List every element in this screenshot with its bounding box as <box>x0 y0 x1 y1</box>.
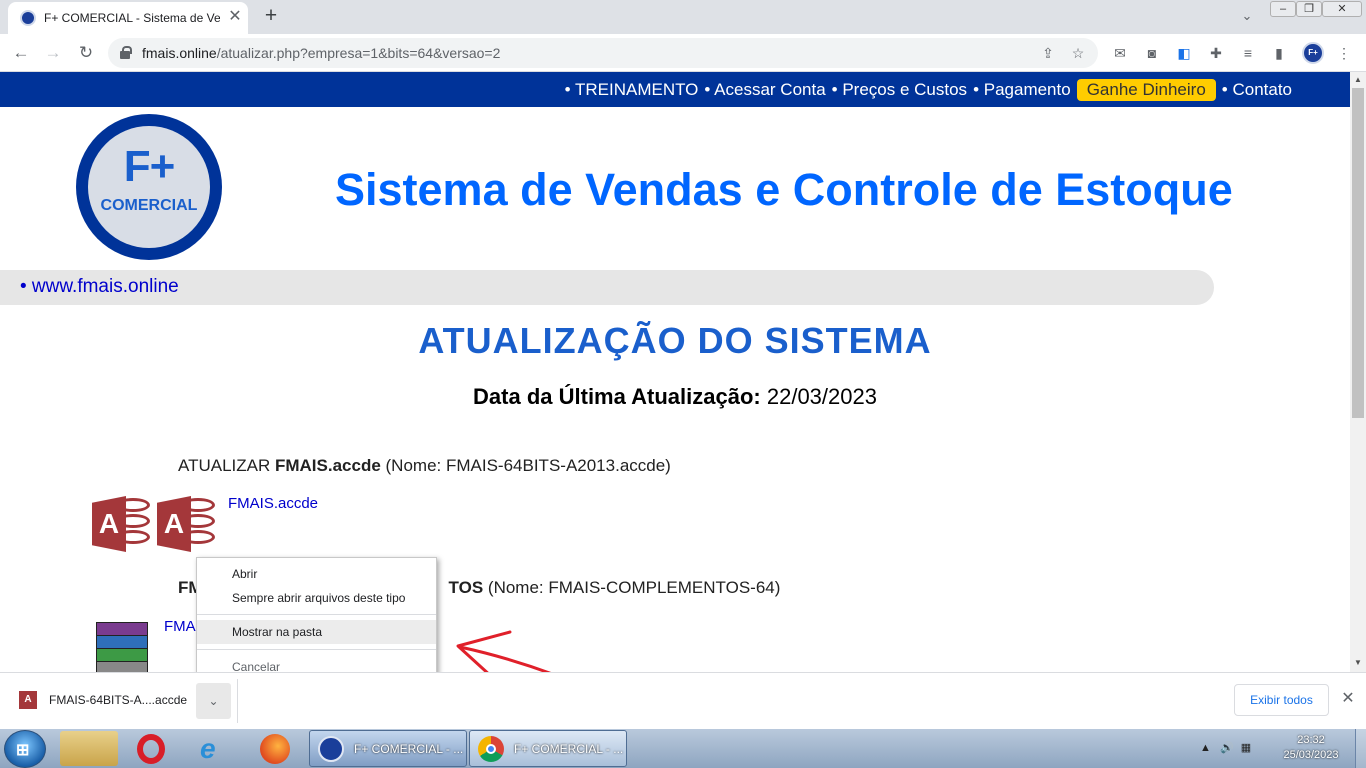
camera-icon[interactable]: ◙ <box>1141 42 1163 64</box>
fplus-app-icon <box>318 736 344 762</box>
scrollbar-thumb[interactable] <box>1352 88 1364 418</box>
reload-icon[interactable]: ↻ <box>75 42 97 64</box>
scroll-up-icon[interactable]: ▲ <box>1353 75 1363 85</box>
opera-icon[interactable] <box>122 731 180 766</box>
item2-filename: TOS <box>448 578 484 597</box>
bookmark-star-icon[interactable]: ☆ <box>1068 43 1088 63</box>
tab-close-icon[interactable]: ✕ <box>226 8 244 26</box>
access-file-icon[interactable]: A <box>92 496 150 552</box>
item1-filename: FMAIS.accde <box>274 456 381 475</box>
nav-ganhe-dinheiro[interactable]: Ganhe Dinheiro <box>1076 79 1216 101</box>
close-window-button[interactable]: ✕ <box>1322 1 1362 17</box>
browser-toolbar: ← → ↻ fmais.online/atualizar.php?empresa… <box>0 34 1366 72</box>
site-logo[interactable]: F+ COMERCIAL <box>76 114 222 260</box>
new-tab-button[interactable]: + <box>260 5 282 27</box>
page-scrollbar[interactable]: ▲ ▼ <box>1350 72 1366 672</box>
item2-suffix: (Nome: FMAIS-COMPLEMENTOS-64) <box>483 578 781 597</box>
download-link-complementos[interactable]: FMA <box>164 618 196 635</box>
translate-icon[interactable]: ◧ <box>1173 42 1195 64</box>
gmail-icon[interactable]: ✉ <box>1109 42 1131 64</box>
tray-expand-icon[interactable]: ▲ <box>1200 742 1211 754</box>
system-clock[interactable]: 23:32 25/03/2023 <box>1276 733 1346 763</box>
task-label: F+ COMERCIAL - ... <box>354 742 464 756</box>
access-file-icon: A <box>19 691 37 709</box>
firefox-icon[interactable] <box>246 731 304 766</box>
website-link[interactable]: • www.fmais.online <box>20 276 179 298</box>
download-context-menu: Abrir Sempre abrir arquivos deste tipo M… <box>196 557 437 682</box>
network-icon[interactable]: ▦ <box>1241 742 1251 754</box>
download-menu-button[interactable]: ⌄ <box>196 683 231 719</box>
scroll-down-icon[interactable]: ▼ <box>1353 658 1363 668</box>
logo-subtext: COMERCIAL <box>100 197 198 214</box>
tab-strip: F+ COMERCIAL - Sistema de Vendas ✕ + ⌄ –… <box>0 0 1366 34</box>
menu-icon[interactable]: ⋮ <box>1333 42 1355 64</box>
internet-explorer-icon[interactable]: e <box>184 731 242 766</box>
reading-list-icon[interactable]: ≡ <box>1237 42 1259 64</box>
clock-date: 25/03/2023 <box>1283 749 1339 761</box>
site-title: Sistema de Vendas e Controle de Estoque <box>335 164 1233 215</box>
forward-icon[interactable]: → <box>42 42 64 64</box>
url-text: fmais.online/atualizar.php?empresa=1&bit… <box>142 45 500 61</box>
chevron-down-icon: ⌄ <box>208 694 219 708</box>
item1-prefix: ATUALIZAR <box>178 456 275 475</box>
side-panel-icon[interactable]: ▮ <box>1268 42 1290 64</box>
task-label: F+ COMERCIAL - ... <box>514 742 624 756</box>
show-desktop-button[interactable] <box>1355 729 1366 768</box>
windows-taskbar: ⊞ e F+ COMERCIAL - ... F+ COMERCIAL - ..… <box>0 729 1366 768</box>
nav-precos[interactable]: • Preços e Custos <box>832 80 967 100</box>
extensions-icon[interactable]: ✚ <box>1205 42 1227 64</box>
system-tray: ▲ 🔊 ▦ <box>1200 741 1251 754</box>
profile-icon[interactable]: F+ <box>1302 42 1324 64</box>
share-icon[interactable]: ⇪ <box>1038 43 1058 63</box>
menu-item-abrir[interactable]: Abrir <box>197 562 436 586</box>
url-path: /atualizar.php?empresa=1&bits=64&versao=… <box>216 45 501 61</box>
nav-treinamento[interactable]: • TREINAMENTO <box>565 80 699 100</box>
download-link-fmais[interactable]: FMAIS.accde <box>228 495 318 512</box>
menu-item-sempre-abrir[interactable]: Sempre abrir arquivos deste tipo <box>197 586 436 610</box>
address-bar[interactable]: fmais.online/atualizar.php?empresa=1&bit… <box>108 38 1098 68</box>
tab-search-chevron-icon[interactable]: ⌄ <box>1238 6 1256 26</box>
show-all-button[interactable]: Exibir todos <box>1234 684 1329 716</box>
back-icon[interactable]: ← <box>10 42 32 64</box>
nav-acessar-conta[interactable]: • Acessar Conta <box>704 80 825 100</box>
site-nav: • TREINAMENTO • Acessar Conta • Preços e… <box>0 72 1350 107</box>
volume-icon[interactable]: 🔊 <box>1220 742 1234 754</box>
download-file-name[interactable]: FMAIS-64BITS-A....accde <box>49 693 187 707</box>
fplus-favicon-icon <box>20 10 36 26</box>
menu-separator <box>197 614 436 615</box>
close-download-bar-icon[interactable]: ✕ <box>1338 689 1358 709</box>
windows-logo-icon: ⊞ <box>16 742 30 759</box>
tab-title: F+ COMERCIAL - Sistema de Vendas <box>44 11 220 25</box>
start-button[interactable]: ⊞ <box>4 730 46 768</box>
last-update-label: Data da Última Atualização: <box>473 384 761 409</box>
last-update: Data da Última Atualização: 22/03/2023 <box>0 384 1350 410</box>
restore-button[interactable]: ❐ <box>1296 1 1322 17</box>
nav-contato[interactable]: • Contato <box>1222 80 1292 100</box>
menu-separator <box>197 649 436 650</box>
website-bar: • www.fmais.online <box>0 270 1214 305</box>
browser-tab[interactable]: F+ COMERCIAL - Sistema de Vendas ✕ <box>8 2 248 34</box>
url-host: fmais.online <box>142 45 217 61</box>
logo-text: F+ <box>123 142 176 191</box>
taskbar-chrome[interactable]: F+ COMERCIAL - ... <box>469 730 627 767</box>
access-file-icon[interactable]: A <box>157 496 215 552</box>
menu-item-mostrar-na-pasta[interactable]: Mostrar na pasta <box>197 620 436 644</box>
item1-suffix: (Nome: FMAIS-64BITS-A2013.accde) <box>380 456 671 475</box>
taskbar-fcomercial-app[interactable]: F+ COMERCIAL - ... <box>309 730 467 767</box>
download-bar: A FMAIS-64BITS-A....accde ⌄ Exibir todos… <box>0 672 1366 729</box>
winrar-archive-icon[interactable] <box>92 622 152 672</box>
update-item-fmais: ATUALIZAR FMAIS.accde (Nome: FMAIS-64BIT… <box>178 456 671 476</box>
explorer-icon[interactable] <box>60 731 118 766</box>
chrome-icon <box>478 736 504 762</box>
download-separator <box>237 679 238 723</box>
minimize-button[interactable]: – <box>1270 1 1296 17</box>
clock-time: 23:32 <box>1297 734 1325 746</box>
lock-icon[interactable] <box>120 46 132 59</box>
nav-pagamento[interactable]: • Pagamento <box>973 80 1071 100</box>
page-heading: ATUALIZAÇÃO DO SISTEMA <box>418 320 932 361</box>
last-update-value: 22/03/2023 <box>766 384 877 409</box>
